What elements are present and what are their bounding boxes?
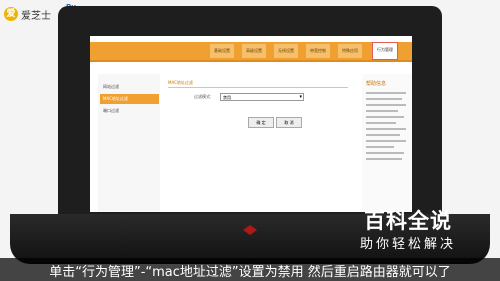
help-title: 帮助信息 bbox=[366, 81, 387, 87]
help-text-line bbox=[366, 92, 406, 94]
brand-logo: 爱 爱芝士 bbox=[4, 5, 51, 23]
mac-filter-panel: MAC地址过滤 过滤模式: 禁用 ▾ 确 定 取 消 bbox=[164, 74, 356, 212]
watermark: 百科全说 助你轻松解决 bbox=[350, 205, 466, 253]
help-text-line bbox=[366, 152, 404, 154]
router-nav-bar: 基础设置 高级设置 无线设置 带宽控制 特殊应用 行为管理 bbox=[90, 42, 412, 60]
help-text-line bbox=[366, 128, 406, 130]
cancel-button[interactable]: 取 消 bbox=[276, 117, 302, 128]
sidebar-item-mac-filter[interactable]: MAC地址过滤 bbox=[100, 94, 159, 104]
help-text-line bbox=[366, 158, 402, 160]
tab-basic-settings[interactable]: 基础设置 bbox=[210, 44, 234, 58]
help-text-line bbox=[366, 104, 406, 106]
help-text-line bbox=[366, 110, 398, 112]
brand-mark-icon: 爱 bbox=[4, 7, 18, 21]
section-title: MAC地址过滤 bbox=[168, 80, 193, 85]
filter-mode-value: 禁用 bbox=[223, 95, 231, 100]
tab-bandwidth-control[interactable]: 带宽控制 bbox=[306, 44, 330, 58]
help-text-line bbox=[366, 98, 402, 100]
subtitle-bar: 单击“行为管理”-“mac地址过滤”设置为禁用 然后重启路由器就可以了 bbox=[0, 258, 500, 281]
tab-wireless-settings[interactable]: 无线设置 bbox=[274, 44, 298, 58]
help-panel: 帮助信息 bbox=[362, 74, 412, 212]
sidebar-item-port-filter[interactable]: 端口过滤 bbox=[100, 106, 159, 116]
filter-mode-label: 过滤模式: bbox=[194, 94, 212, 99]
help-text-line bbox=[366, 146, 394, 148]
help-text-line bbox=[366, 134, 400, 136]
watermark-title: 百科全说 bbox=[364, 209, 452, 233]
help-text-line bbox=[366, 116, 404, 118]
help-text-line bbox=[366, 140, 406, 142]
brand-name: 爱芝士 bbox=[21, 10, 51, 22]
ok-button[interactable]: 确 定 bbox=[248, 117, 274, 128]
tab-special-apps[interactable]: 特殊应用 bbox=[338, 44, 362, 58]
tab-behavior-management[interactable]: 行为管理 bbox=[372, 42, 398, 60]
router-sidebar: 网站过滤 MAC地址过滤 端口过滤 bbox=[98, 74, 160, 212]
laptop-logo-icon bbox=[243, 225, 257, 235]
sidebar-item-website-filter[interactable]: 网站过滤 bbox=[100, 82, 159, 92]
laptop-screen: 基础设置 高级设置 无线设置 带宽控制 特殊应用 行为管理 网站过滤 MAC地址… bbox=[90, 36, 412, 212]
watermark-subtitle: 助你轻松解决 bbox=[359, 237, 456, 252]
filter-mode-select[interactable]: 禁用 ▾ bbox=[220, 93, 304, 101]
help-text-line bbox=[366, 122, 396, 124]
chevron-down-icon: ▾ bbox=[299, 94, 302, 100]
nav-divider bbox=[90, 60, 412, 62]
section-divider bbox=[168, 87, 348, 88]
subtitle-text: 单击“行为管理”-“mac地址过滤”设置为禁用 然后重启路由器就可以了 bbox=[49, 265, 451, 280]
tab-advanced-settings[interactable]: 高级设置 bbox=[242, 44, 266, 58]
